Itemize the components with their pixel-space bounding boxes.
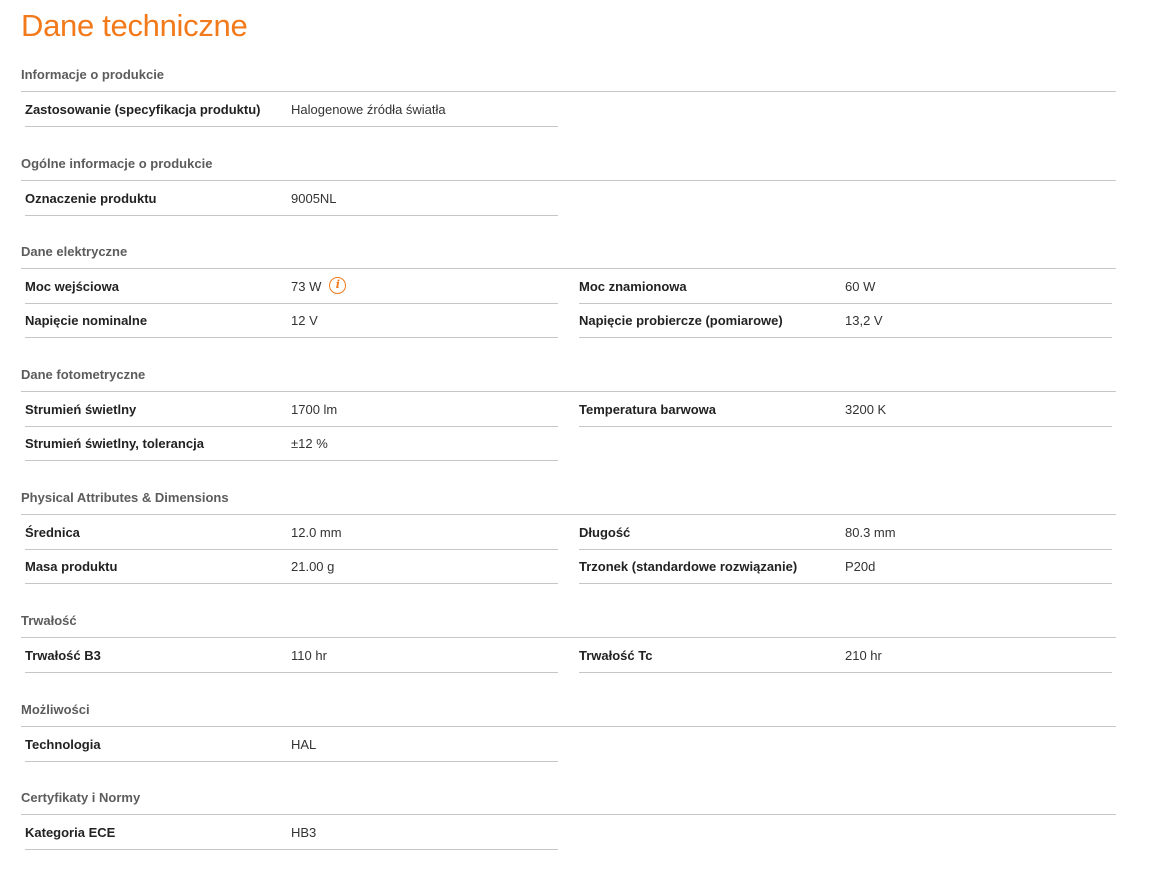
spec-value: 12.0 mm — [291, 525, 342, 540]
spec-value-text: 110 hr — [291, 648, 327, 663]
spec-value-text: 3200 K — [845, 402, 887, 417]
spec-label: Trwałość B3 — [25, 648, 101, 663]
spec-value: 60 W — [845, 279, 875, 294]
spec-value-text: 210 hr — [845, 648, 882, 663]
spec-label: Zastosowanie (specyfikacja produktu) — [25, 102, 261, 117]
spec-value-text: 80.3 mm — [845, 525, 896, 540]
spec-label: Technologia — [25, 737, 101, 752]
page-title: Dane techniczne — [21, 8, 248, 43]
spec-label: Napięcie nominalne — [25, 313, 148, 328]
spec-label: Strumień świetlny — [25, 402, 137, 417]
spec-rows: Technologia HAL — [21, 727, 1116, 762]
info-icon[interactable]: i — [329, 276, 347, 294]
spec-row: Średnica 12.0 mm — [25, 515, 558, 550]
spec-row: Zastosowanie (specyfikacja produktu) Halo… — [25, 92, 558, 127]
spec-value: Halogenowe źródła światła — [291, 102, 446, 117]
spec-value: HAL — [291, 737, 316, 752]
spec-value-text: 12 V — [291, 313, 318, 328]
spec-value-text: 13,2 V — [845, 313, 883, 328]
spec-section: Dane elektryczne Moc wejściowa 73 W i Moc zn… — [21, 245, 1116, 338]
spec-value: 13,2 V — [845, 313, 883, 328]
spec-value-text: 9005NL — [291, 191, 337, 206]
spec-value: 80.3 mm — [845, 525, 896, 540]
spec-row: Trwałość B3 110 hr — [25, 638, 558, 673]
spec-value-text: 12.0 mm — [291, 525, 342, 540]
spec-row: Strumień świetlny 1700 lm — [25, 392, 558, 427]
spec-value: 110 hr — [291, 648, 327, 663]
spec-rows: Trwałość B3 110 hr Trwałość Tc 210 hr — [21, 638, 1116, 673]
spec-label: Trwałość Tc — [579, 648, 653, 663]
spec-row: Napięcie probiercze (pomiarowe) 13,2 V — [579, 303, 1112, 338]
section-title: Dane fotometryczne — [21, 368, 1116, 392]
spec-label: Moc wejściowa — [25, 279, 119, 294]
spec-row: Trwałość Tc 210 hr — [579, 638, 1112, 673]
spec-label: Napięcie probiercze (pomiarowe) — [579, 313, 783, 328]
spec-rows: Zastosowanie (specyfikacja produktu) Halo… — [21, 92, 1116, 127]
spec-section: Informacje o produkcie Zastosowanie (spec… — [21, 68, 1116, 127]
spec-label: Kategoria ECE — [25, 825, 116, 840]
spec-value-text: P20d — [845, 559, 876, 574]
spec-section: Dane fotometryczne Strumień świetlny 1700 … — [21, 368, 1116, 461]
spec-value: 1700 lm — [291, 402, 337, 417]
spec-row: Temperatura barwowa 3200 K — [579, 392, 1112, 427]
spec-rows: Moc wejściowa 73 W i Moc znamionowa 60 W Napi… — [21, 269, 1116, 338]
spec-value: 9005NL — [291, 191, 337, 206]
spec-value: P20d — [845, 559, 875, 574]
spec-label: Masa produktu — [25, 559, 118, 574]
spec-rows: Oznaczenie produktu 9005NL — [21, 181, 1116, 216]
spec-value: 3200 K — [845, 402, 886, 417]
spec-value: ±12 % — [291, 436, 328, 451]
spec-value-text: 73 W — [291, 279, 322, 294]
spec-value-text: 1700 lm — [291, 402, 338, 417]
spec-section: Możliwości Technologia HAL — [21, 703, 1116, 762]
spec-value: 21.00 g — [291, 559, 334, 574]
spec-row: Długość 80.3 mm — [579, 515, 1112, 550]
section-title: Certyfikaty i Normy — [21, 791, 1116, 815]
spec-section: Certyfikaty i Normy Kategoria ECE HB3 — [21, 791, 1116, 850]
spec-row: Moc wejściowa 73 W i — [25, 269, 558, 304]
spec-row: Kategoria ECE HB3 — [25, 815, 558, 850]
spec-value-text: ±12 % — [291, 436, 328, 451]
spec-label: Temperatura barwowa — [579, 402, 717, 417]
spec-value-text: HAL — [291, 737, 317, 752]
section-title: Physical Attributes & Dimensions — [21, 491, 1116, 515]
spec-value-text: HB3 — [291, 825, 317, 840]
spec-value-text: Halogenowe źródła światła — [291, 102, 446, 117]
spec-value: 210 hr — [845, 648, 882, 663]
spec-label: Strumień świetlny, tolerancja — [25, 436, 204, 451]
spec-label: Moc znamionowa — [579, 279, 687, 294]
section-title: Dane elektryczne — [21, 245, 1116, 269]
spec-row: Moc znamionowa 60 W — [579, 269, 1112, 304]
spec-label: Trzonek (standardowe rozwiązanie) — [579, 559, 798, 574]
spec-section: Trwałość Trwałość B3 110 hr Trwałość Tc 210 … — [21, 614, 1116, 673]
spec-label: Długość — [579, 525, 631, 540]
spec-rows: Strumień świetlny 1700 lm Temperatura barw… — [21, 392, 1116, 461]
spec-row: Napięcie nominalne 12 V — [25, 303, 558, 338]
spec-section: Physical Attributes & Dimensions Średnica… — [21, 491, 1116, 584]
section-title: Możliwości — [21, 703, 1116, 727]
spec-value: HB3 — [291, 825, 316, 840]
spec-value-text: 60 W — [845, 279, 876, 294]
spec-value: 73 W i — [291, 276, 347, 294]
spec-rows: Średnica 12.0 mm Długość 80.3 mm Masa produk… — [21, 515, 1116, 584]
spec-row: Masa produktu 21.00 g — [25, 549, 558, 584]
spec-value: 12 V — [291, 313, 318, 328]
section-title: Ogólne informacje o produkcie — [21, 157, 1116, 181]
spec-rows: Kategoria ECE HB3 — [21, 815, 1116, 850]
spec-row: Oznaczenie produktu 9005NL — [25, 181, 558, 216]
spec-label: Oznaczenie produktu — [25, 191, 157, 206]
spec-row: Strumień świetlny, tolerancja ±12 % — [25, 426, 558, 461]
spec-row: Technologia HAL — [25, 727, 558, 762]
spec-label: Średnica — [25, 525, 80, 540]
spec-row: Trzonek (standardowe rozwiązanie) P20d — [579, 549, 1112, 584]
section-title: Trwałość — [21, 614, 1116, 638]
section-title: Informacje o produkcie — [21, 68, 1116, 92]
spec-section: Ogólne informacje o produkcie Oznaczenie … — [21, 157, 1116, 216]
spec-value-text: 21.00 g — [291, 559, 335, 574]
